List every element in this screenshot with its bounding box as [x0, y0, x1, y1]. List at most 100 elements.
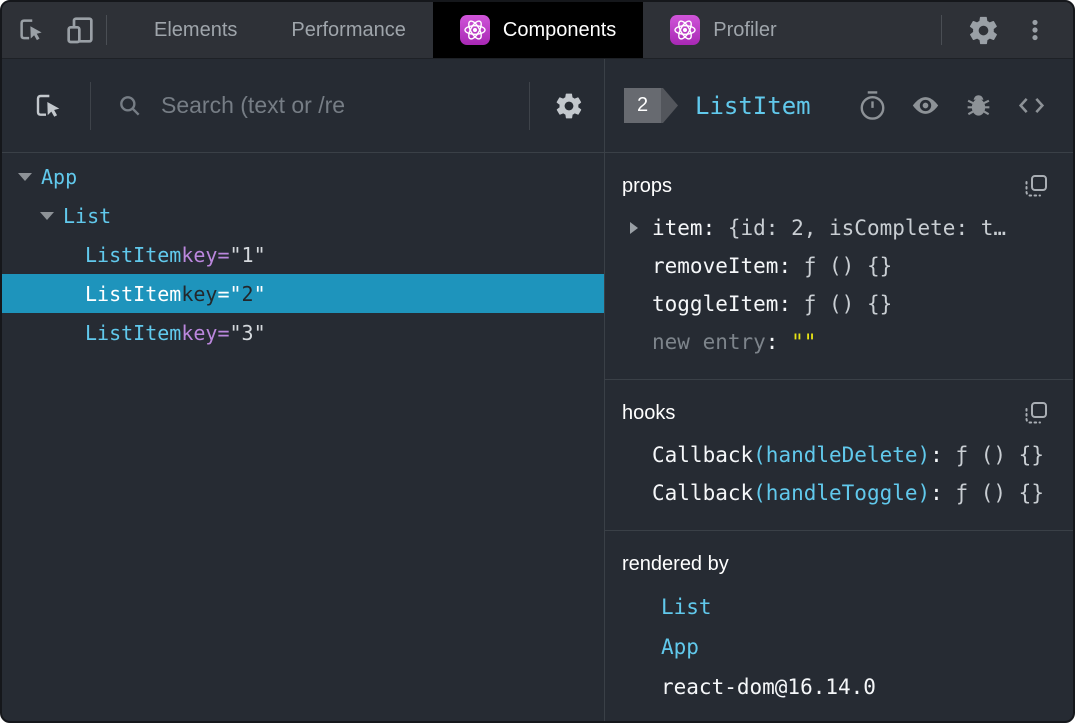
equals-sign: = [217, 281, 230, 306]
copy-to-clipboard-icon[interactable] [1024, 401, 1048, 425]
key-value: "1" [229, 242, 266, 267]
section-hooks: hooks Callback (handleDelete): ƒ () {} Cal… [605, 380, 1073, 531]
segment-key: Callback [652, 443, 754, 467]
hooks-row[interactable]: Callback (handleToggle): ƒ () {} [605, 474, 1073, 512]
props-row[interactable]: item: {id: 2, isComplete: t… [605, 209, 1073, 247]
react-logo-icon [459, 15, 490, 45]
segment-string: "" [791, 330, 817, 354]
suspend-timer-icon[interactable] [858, 90, 887, 121]
device-toolbar-icon[interactable] [64, 14, 96, 46]
log-data-bug-icon[interactable] [964, 91, 993, 120]
devtools-tabbar: Elements Performance Components Profiler [2, 2, 1073, 59]
tree-row-app[interactable]: App [2, 157, 604, 196]
quote: " [229, 281, 242, 306]
key-value: 2 [241, 281, 254, 306]
details-sections: props item: {id: 2, isComplete: t… remove… [605, 153, 1073, 721]
segment-white: : [702, 216, 728, 240]
copy-to-clipboard-icon[interactable] [1024, 174, 1048, 198]
tab-components[interactable]: Components [432, 2, 644, 58]
tab-performance[interactable]: Performance [264, 2, 433, 58]
component-name: List [63, 203, 112, 228]
tabbar-right-icons [941, 2, 1073, 58]
tree-row-listitem[interactable]: ListItem key = " 2 " [2, 274, 604, 313]
details-header-icons [858, 90, 1047, 121]
segment-white: : [930, 481, 956, 505]
props-row[interactable]: removeItem: ƒ () {} [605, 247, 1073, 285]
element-count: 2 [624, 88, 661, 123]
segment-key: removeItem [652, 254, 779, 278]
component-name: App [41, 164, 78, 189]
element-count-badge: 2 [624, 88, 678, 123]
tree-row-listitem[interactable]: ListItem key = "1" [2, 235, 604, 274]
segment-white: : [778, 292, 804, 316]
section-title: rendered by [622, 552, 729, 575]
devtools-window: Elements Performance Components Profiler [0, 0, 1075, 723]
component-name: ListItem [85, 281, 182, 306]
component-tree: App List ListItem key = "1" ListItem key = " 2 " L… [2, 153, 604, 721]
tab-label: Components [502, 18, 617, 41]
equals-sign: = [217, 242, 230, 267]
tabbar-divider [941, 15, 942, 45]
segment-white: : [778, 254, 804, 278]
search-icon [117, 93, 143, 119]
details-panel-header: 2 ListItem [605, 59, 1073, 153]
header-divider [529, 81, 530, 130]
section-header-props: props [605, 169, 1073, 203]
kebab-menu-icon[interactable] [1022, 15, 1048, 45]
tree-panel-header [2, 59, 604, 153]
quote: " [253, 281, 266, 306]
pick-component-icon[interactable] [32, 90, 64, 122]
rendered-by-row[interactable]: App [605, 627, 1073, 667]
inspect-element-icon[interactable] [16, 15, 46, 45]
tab-elements[interactable]: Elements [127, 2, 264, 58]
section-title: props [622, 174, 673, 197]
expand-arrow-col [630, 222, 652, 234]
key-attribute: key [181, 281, 218, 306]
key-attribute: key [181, 320, 218, 345]
tabbar-left-icons [2, 2, 106, 58]
props-row[interactable]: toggleItem: ƒ () {} [605, 285, 1073, 323]
view-settings-gear-icon[interactable] [554, 91, 584, 121]
section-title: hooks [622, 401, 676, 424]
rendered-by-row[interactable]: List [605, 587, 1073, 627]
segment-value: ƒ () {} [803, 254, 893, 278]
expand-arrow-icon[interactable] [630, 222, 638, 234]
section-header-rendered-by: rendered by [605, 547, 1073, 581]
caret-down-icon[interactable] [18, 172, 32, 181]
view-source-code-icon[interactable] [1016, 91, 1047, 120]
tree-row-list[interactable]: List [2, 196, 604, 235]
segment-cyan: (handleDelete) [753, 443, 931, 467]
equals-sign: = [217, 320, 230, 345]
segment-value: ƒ () {} [955, 481, 1044, 505]
settings-gear-icon[interactable] [967, 14, 1000, 47]
segment-cyan: App [661, 635, 699, 659]
component-name: ListItem [85, 320, 182, 345]
segment-key: Callback [652, 481, 754, 505]
props-row[interactable]: new entry: "" [605, 323, 1073, 361]
section-props: props item: {id: 2, isComplete: t… remove… [605, 153, 1073, 380]
react-logo-icon [670, 15, 701, 45]
components-search-input[interactable] [161, 92, 529, 119]
segment-white: : [765, 330, 792, 354]
tab-label: Performance [291, 18, 406, 41]
segment-value: ƒ () {} [955, 443, 1044, 467]
tab-label: Profiler [713, 18, 777, 41]
hooks-row[interactable]: Callback (handleDelete): ƒ () {} [605, 436, 1073, 474]
rendered-by-row[interactable]: react-dom@16.14.0 [605, 667, 1073, 707]
segment-value: ƒ () {} [803, 292, 893, 316]
tabbar-divider [106, 15, 107, 45]
tab-profiler[interactable]: Profiler [643, 2, 803, 58]
segment-white: : [930, 443, 956, 467]
search-area [91, 92, 529, 119]
tab-label: Elements [154, 18, 238, 41]
inspect-dom-eye-icon[interactable] [910, 90, 941, 121]
key-value: "3" [229, 320, 266, 345]
components-tree-panel: AppListListItem key="1"ListItem key="2"L… [2, 59, 605, 721]
segment-muted: new entry [652, 330, 766, 354]
caret-down-icon[interactable] [40, 211, 54, 220]
tree-row-listitem[interactable]: ListItem key = "3" [2, 313, 604, 352]
segment-key: toggleItem [652, 292, 779, 316]
component-details-panel: 2 ListItem props item: {id: 2, isComple… [605, 59, 1073, 721]
devtools-content: AppListListItem key="1"ListItem key="2"L… [2, 59, 1073, 721]
selected-component-name: ListItem [695, 91, 811, 120]
